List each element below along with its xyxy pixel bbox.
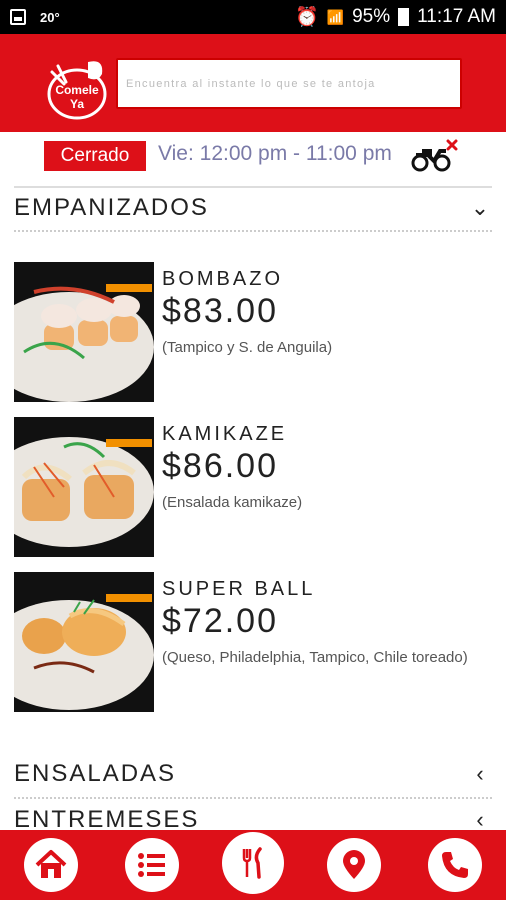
dotted-divider xyxy=(14,797,492,799)
item-price: $86.00 xyxy=(162,447,278,485)
app-header: Comele Ya xyxy=(0,34,506,132)
home-button[interactable] xyxy=(24,838,78,892)
gallery-notification-icon xyxy=(10,9,26,25)
temperature-text: 20° xyxy=(40,9,60,25)
item-name: KAMIKAZE xyxy=(162,423,288,445)
restaurant-button[interactable] xyxy=(222,832,284,894)
menu-item[interactable]: SUPER BALL $72.00 (Queso, Philadelphia, … xyxy=(14,572,492,712)
category-title: ENSALADAS xyxy=(14,760,177,787)
item-description: (Ensalada kamikaze) xyxy=(162,494,303,511)
item-photo xyxy=(14,572,154,712)
battery-text: 95% xyxy=(352,6,391,27)
alarm-icon: ⏰ xyxy=(294,7,319,28)
divider xyxy=(14,186,492,188)
phone-icon xyxy=(442,852,468,878)
item-name: SUPER BALL xyxy=(162,578,316,600)
chevron-down-icon: ⌄ xyxy=(470,195,490,220)
chevron-left-icon: ‹ xyxy=(476,761,484,786)
location-icon xyxy=(343,850,365,879)
search-box[interactable] xyxy=(116,58,462,109)
svg-text:Comele: Comele xyxy=(55,83,99,97)
item-price: $83.00 xyxy=(162,292,278,330)
status-bar: 20° ⏰ 📶 95% 11:17 AM xyxy=(0,0,506,34)
dotted-divider xyxy=(14,230,492,232)
item-description: (Queso, Philadelphia, Tampico, Chile tor… xyxy=(162,649,468,666)
item-price: $72.00 xyxy=(162,602,278,640)
bottom-navigation xyxy=(0,830,506,900)
item-photo xyxy=(14,417,154,557)
battery-icon xyxy=(398,8,410,26)
wifi-icon: 📶 xyxy=(326,8,345,25)
item-photo xyxy=(14,262,154,402)
search-input[interactable] xyxy=(118,60,460,107)
menu-item[interactable]: KAMIKAZE $86.00 (Ensalada kamikaze) xyxy=(14,417,492,557)
closed-badge: Cerrado xyxy=(44,141,146,171)
opening-hours: Vie: 12:00 pm - 11:00 pm xyxy=(158,142,392,165)
home-icon xyxy=(35,850,67,878)
menu-item[interactable]: BOMBAZO $83.00 (Tampico y S. de Anguila) xyxy=(14,262,492,402)
restaurant-icon xyxy=(242,847,262,879)
menu-list-icon xyxy=(138,853,165,877)
store-status-row: Cerrado Vie: 12:00 pm - 11:00 pm xyxy=(0,137,506,177)
category-title: EMPANIZADOS xyxy=(14,194,209,221)
time-text: 11:17 AM xyxy=(417,6,496,27)
app-logo[interactable]: Comele Ya xyxy=(44,54,110,120)
location-button[interactable] xyxy=(327,838,381,892)
delivery-unavailable-icon xyxy=(410,139,460,173)
menu-list-button[interactable] xyxy=(125,838,179,892)
category-empanizados[interactable]: EMPANIZADOS ⌄ xyxy=(14,190,492,226)
item-name: BOMBAZO xyxy=(162,268,284,290)
category-ensaladas[interactable]: ENSALADAS ‹ xyxy=(14,756,492,792)
item-description: (Tampico y S. de Anguila) xyxy=(162,339,333,356)
svg-text:Ya: Ya xyxy=(70,97,84,111)
phone-button[interactable] xyxy=(428,838,482,892)
